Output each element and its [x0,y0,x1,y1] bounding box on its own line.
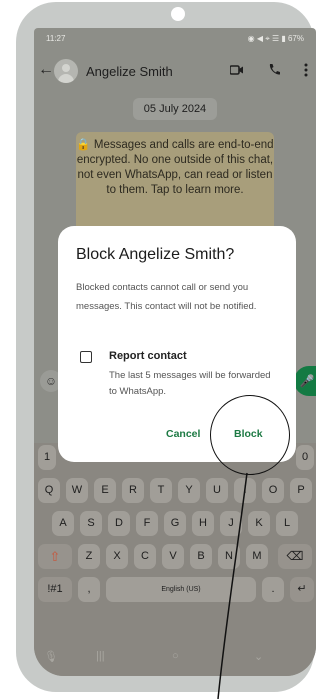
pointer-line [217,472,248,699]
